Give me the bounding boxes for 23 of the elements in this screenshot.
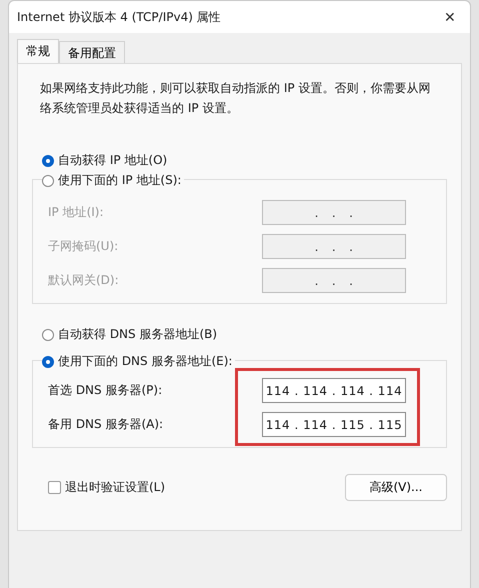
tab[interactable]: 备用配置 (59, 41, 125, 63)
field-label: IP 地址(I): (48, 204, 104, 221)
field-label: 备用 DNS 服务器(A): (48, 416, 164, 433)
checkbox-label: 退出时验证设置(L) (65, 479, 166, 496)
description-text: 如果网络支持此功能，则可以获取自动指派的 IP 设置。否则，你需要从网络系统管理员处获得适当的 IP 设置。 (40, 80, 432, 117)
advanced-button[interactable]: 高级(V)... (345, 474, 447, 501)
radio-button[interactable] (42, 356, 54, 368)
radio-button[interactable] (42, 174, 54, 186)
radio-label: 自动获得 DNS 服务器地址(B) (58, 326, 218, 343)
field-label: 首选 DNS 服务器(P): (48, 382, 162, 399)
input-field[interactable]: 114 . 114 . 115 . 115 (262, 412, 406, 437)
radio-label: 使用下面的 DNS 服务器地址(E): (58, 353, 232, 370)
radio-label: 使用下面的 IP 地址(S): (58, 172, 182, 189)
checkbox[interactable] (48, 481, 61, 494)
input-field[interactable]: 114 . 114 . 114 . 114 (262, 378, 406, 403)
close-button[interactable]: ✕ (430, 2, 470, 32)
radio-button[interactable] (42, 328, 54, 340)
window-title: Internet 协议版本 4 (TCP/IPv4) 属性 (17, 8, 221, 26)
field-label: 子网掩码(U): (48, 238, 118, 255)
field-label: 默认网关(D): (48, 272, 119, 289)
radio-label: 自动获得 IP 地址(O) (58, 152, 168, 169)
tab[interactable]: 常规 (17, 39, 59, 63)
radio-button[interactable] (42, 154, 54, 166)
